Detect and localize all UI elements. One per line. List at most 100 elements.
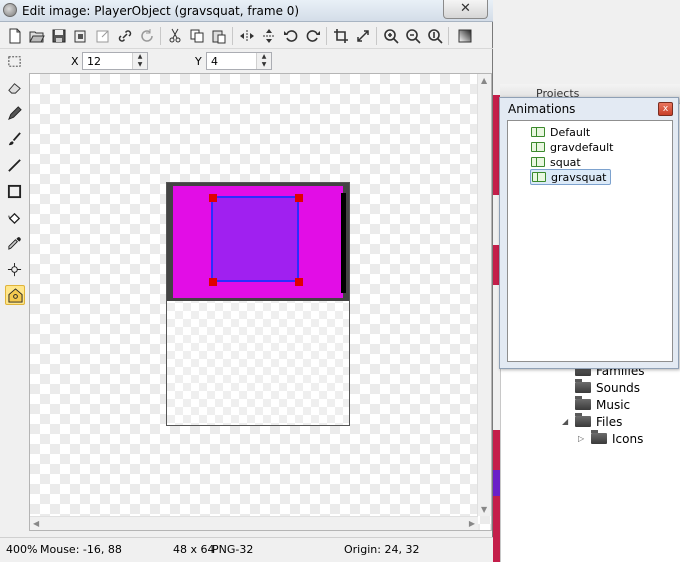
new-icon[interactable] xyxy=(5,26,25,46)
scroll-down-icon[interactable]: ▼ xyxy=(481,505,487,514)
brush-icon[interactable] xyxy=(4,129,24,149)
spin-down-icon[interactable]: ▼ xyxy=(257,61,271,69)
tree-item-sounds[interactable]: Sounds xyxy=(562,379,640,396)
coordinate-bar: X 12 ▲ ▼ Y 4 ▲ ▼ xyxy=(0,50,493,72)
animation-item-gravsquat[interactable]: gravsquat xyxy=(530,169,611,185)
animation-item-gravdefault[interactable]: gravdefault xyxy=(530,139,616,155)
open-icon[interactable] xyxy=(27,26,47,46)
cut-icon[interactable] xyxy=(165,26,185,46)
copy-image-icon[interactable] xyxy=(71,26,91,46)
image-size: 48 x 64 xyxy=(173,543,215,556)
paste-icon[interactable] xyxy=(209,26,229,46)
rect-select-icon[interactable] xyxy=(4,51,24,71)
toolbar-separator xyxy=(160,27,161,45)
animation-label: squat xyxy=(550,155,581,169)
fill-icon[interactable] xyxy=(4,207,24,227)
x-spin-buttons[interactable]: ▲ ▼ xyxy=(132,53,147,69)
folder-icon xyxy=(575,413,591,427)
y-value[interactable]: 4 xyxy=(211,55,218,68)
tree-item-icons[interactable]: ▷ Icons xyxy=(578,430,643,447)
eyedropper-icon[interactable] xyxy=(4,233,24,253)
save-icon[interactable] xyxy=(49,26,69,46)
refresh-icon[interactable] xyxy=(137,26,157,46)
spin-up-icon[interactable]: ▲ xyxy=(133,53,147,61)
export-icon[interactable] xyxy=(93,26,113,46)
toolbar-separator xyxy=(376,27,377,45)
sprite-edge xyxy=(341,193,346,293)
film-icon xyxy=(531,142,545,152)
vertical-scrollbar[interactable]: ▲ ▼ xyxy=(477,74,491,516)
rotate-right-icon[interactable] xyxy=(303,26,323,46)
tree-expander[interactable]: ▷ xyxy=(578,434,586,443)
zoom-out-icon[interactable] xyxy=(403,26,423,46)
y-spin-buttons[interactable]: ▲ ▼ xyxy=(256,53,271,69)
selection-box[interactable] xyxy=(211,196,299,282)
resize-icon[interactable] xyxy=(353,26,373,46)
x-spinbox[interactable]: 12 ▲ ▼ xyxy=(82,52,148,70)
rectangle-icon[interactable] xyxy=(4,181,24,201)
folder-icon xyxy=(575,379,591,393)
title-bar[interactable]: Edit image: PlayerObject (gravsquat, fra… xyxy=(0,0,493,22)
zoom-reset-icon[interactable] xyxy=(425,26,445,46)
flip-icon[interactable] xyxy=(259,26,279,46)
canvas-area[interactable]: ▲ ▼ ◀ ▶ xyxy=(29,73,492,531)
spin-up-icon[interactable]: ▲ xyxy=(257,53,271,61)
pencil-icon[interactable] xyxy=(4,103,24,123)
app-icon xyxy=(3,3,17,17)
tree-item-music[interactable]: Music xyxy=(562,396,630,413)
origin-readout: Origin: 24, 32 xyxy=(344,543,420,556)
animation-item-squat[interactable]: squat xyxy=(530,154,584,170)
window-title: Edit image: PlayerObject (gravsquat, fra… xyxy=(22,4,300,18)
tree-item-label: Music xyxy=(596,397,631,412)
spin-down-icon[interactable]: ▼ xyxy=(133,61,147,69)
horizontal-scrollbar[interactable]: ◀ ▶ xyxy=(30,516,478,530)
scroll-up-icon[interactable]: ▲ xyxy=(481,76,487,85)
animations-list: Default gravdefault squat gravsquat xyxy=(507,120,673,362)
toolbar-separator xyxy=(232,27,233,45)
film-icon xyxy=(532,172,546,182)
zoom-level: 400% xyxy=(6,543,38,556)
mirror-icon[interactable] xyxy=(237,26,257,46)
toolbar-separator xyxy=(448,27,449,45)
y-label: Y xyxy=(195,55,202,68)
gradient-icon[interactable] xyxy=(455,26,475,46)
animation-label: gravsquat xyxy=(551,170,607,184)
image-format: PNG-32 xyxy=(212,543,254,556)
scroll-left-icon[interactable]: ◀ xyxy=(33,519,39,528)
tree-expander[interactable]: ◢ xyxy=(562,417,570,426)
crop-icon[interactable] xyxy=(331,26,351,46)
selection-handle[interactable] xyxy=(295,194,303,202)
line-icon[interactable] xyxy=(4,155,24,175)
animations-close-button[interactable]: x xyxy=(658,102,673,116)
close-button[interactable]: ✕ xyxy=(443,0,488,19)
image-editor-window: Edit image: PlayerObject (gravsquat, fra… xyxy=(0,0,493,562)
film-icon xyxy=(531,127,545,137)
tree-item-label: Files xyxy=(596,414,623,429)
y-spinbox[interactable]: 4 ▲ ▼ xyxy=(206,52,272,70)
sprite-frame[interactable] xyxy=(166,182,350,426)
rotate-left-icon[interactable] xyxy=(281,26,301,46)
selection-handle[interactable] xyxy=(209,278,217,286)
selection-handle[interactable] xyxy=(295,278,303,286)
animations-panel: Animations x Default gravdefault squat g… xyxy=(499,97,679,369)
action-point-icon[interactable] xyxy=(5,285,25,305)
eraser-icon[interactable] xyxy=(4,77,24,97)
link-icon[interactable] xyxy=(115,26,135,46)
tree-item-label: Sounds xyxy=(596,380,641,395)
film-icon xyxy=(531,157,545,167)
animations-title: Animations xyxy=(508,102,576,116)
folder-icon xyxy=(591,430,607,444)
tree-item-files[interactable]: ◢ Files xyxy=(562,413,622,430)
animation-label: gravdefault xyxy=(550,140,614,154)
status-bar: 400% Mouse: -16, 88 48 x 64 PNG-32 Origi… xyxy=(0,537,493,562)
scroll-right-icon[interactable]: ▶ xyxy=(469,519,475,528)
zoom-in-icon[interactable] xyxy=(381,26,401,46)
copy-icon[interactable] xyxy=(187,26,207,46)
sprite-body xyxy=(167,183,349,301)
x-label: X xyxy=(71,55,79,68)
origin-icon[interactable] xyxy=(4,259,24,279)
x-value[interactable]: 12 xyxy=(87,55,101,68)
toolbar xyxy=(0,23,493,49)
selection-handle[interactable] xyxy=(209,194,217,202)
animation-item-default[interactable]: Default xyxy=(530,124,593,140)
